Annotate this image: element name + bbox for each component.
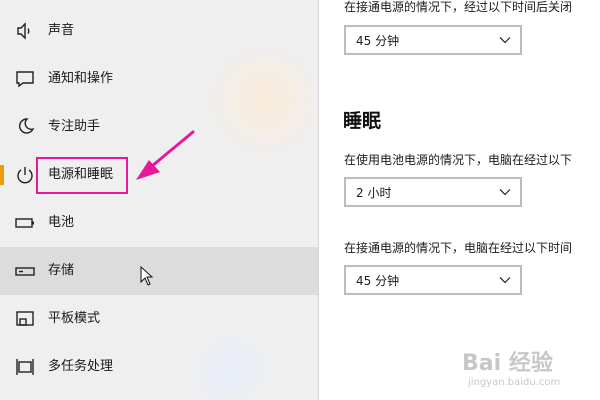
sleep-battery-dropdown[interactable]: 2 小时 (344, 177, 522, 207)
dropdown-value: 2 小时 (356, 186, 392, 200)
sleep-plugged-dropdown[interactable]: 45 分钟 (344, 265, 522, 295)
annotation-arrow (136, 130, 195, 180)
baidu-jingyan-watermark: Bai 经验 jingyan.baidu.com (462, 345, 587, 395)
chevron-down-icon (499, 277, 511, 284)
chevron-down-icon (499, 37, 511, 44)
screen-plugged-description: 在接通电源的情况下，经过以下时间后关闭 (344, 0, 573, 14)
watermark-logo: Bai 经验 (462, 351, 553, 376)
power-sleep-settings-pane: 在接通电源的情况下，经过以下时间后关闭 45 分钟 睡眠 在使用电池电源的情况下… (319, 0, 600, 400)
sleep-section-title: 睡眠 (343, 110, 382, 132)
sleep-battery-description: 在使用电池电源的情况下，电脑在经过以下 (344, 153, 573, 167)
dropdown-value: 45 分钟 (356, 34, 400, 48)
settings-sidebar: 声音 通知和操作 专注助手 电源和睡眠 电池 存储 平板模式 多任务处理 (0, 0, 318, 400)
screen-plugged-dropdown[interactable]: 45 分钟 (344, 25, 522, 55)
dropdown-value: 45 分钟 (356, 274, 400, 288)
sleep-plugged-description: 在接通电源的情况下，电脑在经过以下时间 (344, 241, 573, 255)
chevron-down-icon (499, 189, 511, 196)
watermark-url: jingyan.baidu.com (468, 377, 561, 388)
mouse-cursor-icon (140, 266, 154, 286)
